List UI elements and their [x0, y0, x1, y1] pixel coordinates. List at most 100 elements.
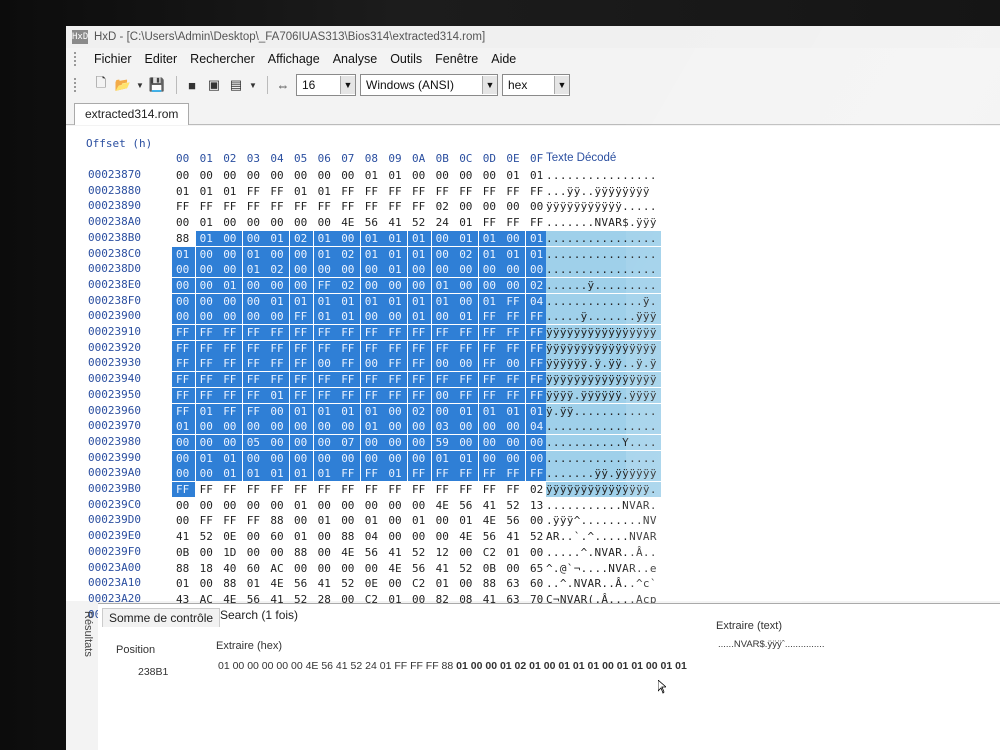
- decoded-text[interactable]: ÿÿÿÿÿÿ.ÿ.ÿÿ..ÿ.ÿ: [546, 356, 661, 372]
- hex-byte[interactable]: 00: [432, 168, 455, 183]
- hex-byte[interactable]: 04: [361, 529, 384, 544]
- hex-byte[interactable]: 01: [172, 576, 195, 591]
- hex-byte[interactable]: 01: [431, 450, 455, 466]
- hex-byte[interactable]: FF: [266, 340, 290, 356]
- hex-byte[interactable]: 00: [313, 419, 337, 435]
- hex-byte[interactable]: 00: [384, 419, 408, 435]
- hex-byte[interactable]: 00: [431, 262, 455, 278]
- hex-byte[interactable]: 01: [313, 293, 337, 309]
- hex-byte[interactable]: FF: [431, 372, 455, 388]
- hex-byte[interactable]: 00: [478, 419, 502, 435]
- hex-byte[interactable]: 00: [242, 419, 266, 435]
- menu-analyse[interactable]: Analyse: [331, 52, 379, 66]
- hex-byte[interactable]: 4E: [479, 513, 502, 528]
- hex-byte[interactable]: 01: [196, 215, 219, 230]
- decoded-text[interactable]: ................: [546, 450, 661, 466]
- hex-byte[interactable]: 00: [408, 168, 431, 183]
- hex-byte[interactable]: 41: [432, 561, 455, 576]
- hex-byte[interactable]: 01: [408, 309, 431, 325]
- hex-byte[interactable]: 01: [360, 246, 384, 262]
- hex-byte[interactable]: 00: [172, 277, 195, 293]
- hex-byte[interactable]: 4E: [266, 576, 289, 591]
- hex-byte[interactable]: 01: [502, 246, 526, 262]
- hex-byte[interactable]: FF: [502, 372, 526, 388]
- hex-byte[interactable]: FF: [196, 513, 219, 528]
- chevron-down-icon[interactable]: ▼: [482, 76, 497, 94]
- hex-byte[interactable]: FF: [314, 199, 337, 214]
- hex-byte[interactable]: FF: [455, 482, 478, 497]
- hex-byte[interactable]: 01: [408, 513, 431, 528]
- hex-byte[interactable]: 00: [195, 419, 219, 435]
- hex-byte[interactable]: 01: [195, 403, 219, 419]
- hex-byte[interactable]: 0E: [361, 576, 384, 591]
- hex-byte[interactable]: FF: [502, 482, 525, 497]
- hex-byte[interactable]: 02: [455, 246, 479, 262]
- hex-byte[interactable]: 01: [266, 230, 290, 246]
- hex-byte[interactable]: 01: [172, 246, 195, 262]
- result-hex[interactable]: 01 00 00 00 00 00 4E 56 41 52 24 01 FF F…: [218, 660, 687, 672]
- hex-byte[interactable]: 01: [195, 450, 219, 466]
- hex-byte[interactable]: 00: [172, 262, 195, 278]
- hex-byte[interactable]: FF: [243, 184, 266, 199]
- hex-byte[interactable]: 00: [408, 450, 431, 466]
- hex-byte[interactable]: 01: [219, 466, 243, 482]
- hex-byte[interactable]: FF: [195, 372, 219, 388]
- hex-byte[interactable]: 56: [502, 513, 525, 528]
- hex-byte[interactable]: 00: [290, 450, 313, 466]
- hex-byte[interactable]: 00: [195, 277, 219, 293]
- menu-affichage[interactable]: Affichage: [266, 52, 322, 66]
- hex-byte[interactable]: FF: [313, 340, 337, 356]
- hex-byte[interactable]: FF: [337, 199, 360, 214]
- hex-byte[interactable]: FF: [290, 387, 313, 403]
- hex-byte[interactable]: FF: [502, 215, 525, 230]
- hex-editor[interactable]: Offset (h) 00 01 02 03 04 05 06 07 08 09 0A 0B 0C 0D 0…: [66, 126, 1000, 622]
- hex-byte[interactable]: 01: [242, 466, 266, 482]
- hex-byte[interactable]: 00: [266, 498, 289, 513]
- hex-byte[interactable]: 05: [242, 434, 266, 450]
- hex-byte[interactable]: 00: [172, 466, 195, 482]
- hex-byte[interactable]: FF: [478, 372, 502, 388]
- hex-byte[interactable]: FF: [384, 340, 408, 356]
- hex-byte[interactable]: 01: [408, 293, 431, 309]
- hex-byte[interactable]: 56: [290, 576, 313, 591]
- hex-byte[interactable]: FF: [242, 403, 266, 419]
- hex-byte[interactable]: FF: [408, 199, 431, 214]
- hex-byte[interactable]: 00: [431, 309, 455, 325]
- hex-byte[interactable]: FF: [266, 184, 289, 199]
- hex-byte[interactable]: FF: [313, 277, 337, 293]
- hex-byte[interactable]: 24: [432, 215, 455, 230]
- hex-byte[interactable]: 00: [455, 545, 478, 560]
- hex-byte[interactable]: FF: [384, 372, 408, 388]
- hex-byte[interactable]: 01: [431, 293, 455, 309]
- hex-byte[interactable]: FF: [408, 325, 431, 340]
- hex-byte[interactable]: FF: [408, 482, 431, 497]
- hex-byte[interactable]: 00: [455, 293, 479, 309]
- hex-byte[interactable]: 01: [455, 450, 479, 466]
- hex-byte[interactable]: 00: [408, 277, 431, 293]
- hex-byte[interactable]: FF: [361, 184, 384, 199]
- hex-byte[interactable]: 00: [360, 277, 384, 293]
- hex-byte[interactable]: 01: [313, 230, 337, 246]
- hex-byte[interactable]: 02: [432, 199, 455, 214]
- hex-byte[interactable]: 00: [195, 466, 219, 482]
- hex-byte[interactable]: 00: [431, 387, 455, 403]
- hex-byte[interactable]: 00: [290, 277, 313, 293]
- hex-byte[interactable]: 00: [290, 168, 313, 183]
- hex-byte[interactable]: 01: [266, 387, 290, 403]
- menu-fenetre[interactable]: Fenêtre: [433, 52, 480, 66]
- hex-byte[interactable]: FF: [408, 387, 431, 403]
- hex-byte[interactable]: FF: [219, 325, 243, 340]
- results-side-label[interactable]: Résultats: [78, 611, 94, 691]
- hex-byte[interactable]: 01: [219, 450, 243, 466]
- hex-byte[interactable]: 00: [290, 215, 313, 230]
- hex-byte[interactable]: FF: [219, 356, 243, 372]
- hex-byte[interactable]: 00: [219, 419, 243, 435]
- hex-byte[interactable]: 00: [219, 498, 242, 513]
- hex-byte[interactable]: 00: [384, 576, 407, 591]
- hex-byte[interactable]: 00: [196, 168, 219, 183]
- hex-byte[interactable]: 01: [290, 498, 313, 513]
- hex-byte[interactable]: FF: [242, 372, 266, 388]
- hex-byte[interactable]: 00: [314, 529, 337, 544]
- hex-byte[interactable]: 00: [337, 419, 361, 435]
- hex-byte[interactable]: 52: [196, 529, 219, 544]
